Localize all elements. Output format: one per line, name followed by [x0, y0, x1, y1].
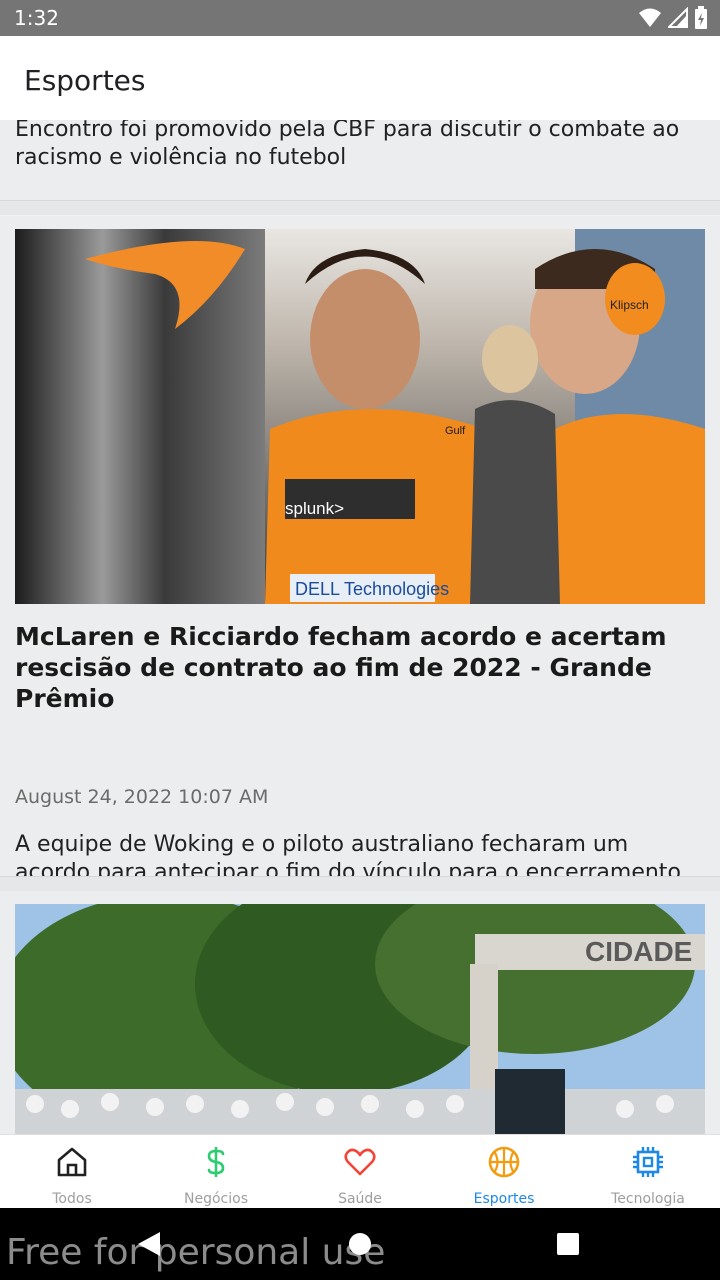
article-date: August 24, 2022 10:07 AM: [15, 786, 269, 808]
chip-icon: [633, 1147, 663, 1177]
nav-item-esportes[interactable]: Esportes: [432, 1135, 576, 1209]
home-icon: [57, 1147, 87, 1177]
basketball-icon: [488, 1146, 520, 1178]
news-card[interactable]: Encontro foi promovido pela CBF para dis…: [0, 120, 720, 188]
status-icons: [638, 6, 708, 30]
watermark: Free for personal use: [6, 1232, 386, 1273]
wifi-icon: [639, 8, 661, 27]
image-text-dell: DELL Technologies: [295, 579, 449, 599]
nav-label: Negócios: [184, 1191, 248, 1207]
image-text-klipsch: Klipsch: [610, 298, 649, 312]
divider: [0, 200, 720, 216]
signal-icon: [668, 7, 688, 28]
heart-icon: [344, 1148, 376, 1176]
battery-icon: [695, 6, 707, 29]
bottom-navigation: Todos Negócios Saúde Esportes Tecnologia: [0, 1134, 720, 1209]
image-text-splunk: splunk>: [285, 499, 344, 518]
news-card[interactable]: CIDADE: [0, 891, 720, 1134]
status-bar: 1:32: [0, 0, 720, 36]
nav-label: Tecnologia: [611, 1191, 685, 1207]
article-image[interactable]: DELL Technologies splunk> Gulf Klipsch: [15, 229, 705, 604]
article-headline[interactable]: McLaren e Ricciardo fecham acordo e acer…: [15, 621, 705, 714]
nav-label: Esportes: [473, 1191, 535, 1207]
page-title: Esportes: [24, 64, 146, 97]
recents-icon[interactable]: [556, 1232, 580, 1256]
news-card[interactable]: DELL Technologies splunk> Gulf Klipsch M…: [0, 216, 720, 941]
status-time: 1:32: [14, 6, 59, 30]
nav-item-todos[interactable]: Todos: [0, 1135, 144, 1209]
app-bar: Esportes: [0, 36, 720, 120]
article-description: Encontro foi promovido pela CBF para dis…: [15, 120, 680, 170]
nav-item-negocios[interactable]: Negócios: [144, 1135, 288, 1209]
nav-label: Saúde: [338, 1191, 382, 1207]
image-text-cidade: CIDADE: [585, 936, 692, 967]
article-image[interactable]: CIDADE: [15, 904, 705, 1134]
image-text-gulf: Gulf: [445, 425, 466, 437]
news-feed[interactable]: Encontro foi promovido pela CBF para dis…: [0, 120, 720, 1134]
nav-label: Todos: [52, 1191, 92, 1207]
nav-item-tecnologia[interactable]: Tecnologia: [576, 1135, 720, 1209]
nav-item-saude[interactable]: Saúde: [288, 1135, 432, 1209]
divider: [0, 876, 720, 892]
dollar-icon: [207, 1147, 225, 1177]
